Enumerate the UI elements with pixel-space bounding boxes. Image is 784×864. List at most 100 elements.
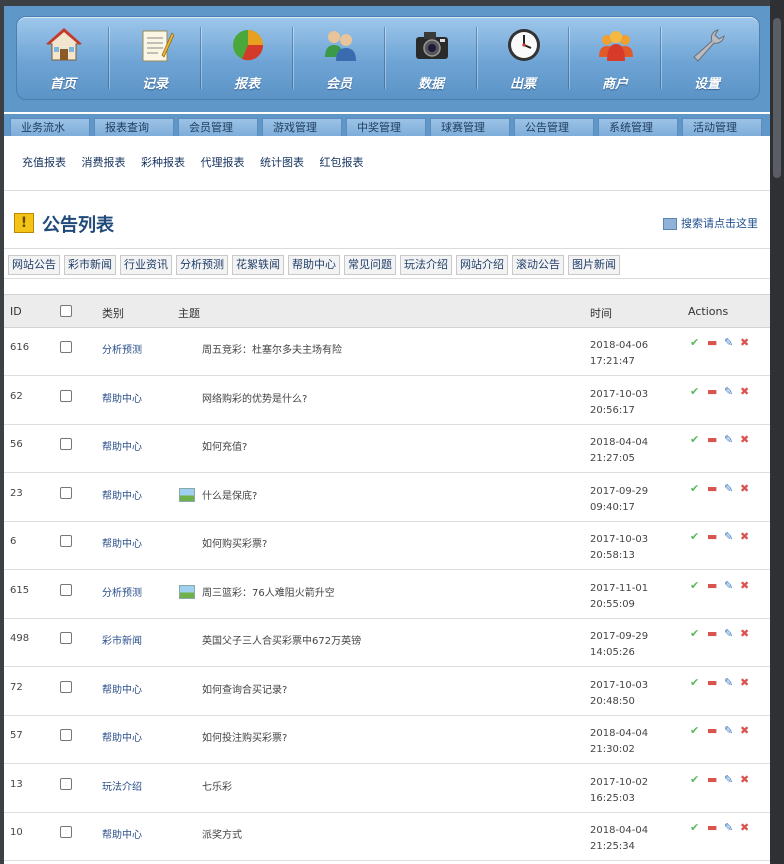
category-industry[interactable]: 行业资讯 [120,255,172,275]
link-lottery-report[interactable]: 彩种报表 [141,156,185,169]
category-analysis[interactable]: 分析预测 [176,255,228,275]
row-category-link[interactable]: 帮助中心 [102,438,142,453]
approve-icon[interactable]: ✔ [690,724,699,737]
approve-icon[interactable]: ✔ [690,773,699,786]
remove-icon[interactable]: ▬ [707,627,717,640]
remove-icon[interactable]: ▬ [707,433,717,446]
delete-icon[interactable]: ✖ [740,821,749,834]
approve-icon[interactable]: ✔ [690,821,699,834]
delete-icon[interactable]: ✖ [740,773,749,786]
vertical-scrollbar[interactable] [770,0,784,864]
category-help[interactable]: 帮助中心 [288,255,340,275]
subtab-activity[interactable]: 活动管理 [682,118,762,136]
approve-icon[interactable]: ✔ [690,676,699,689]
category-scroll-notice[interactable]: 滚动公告 [512,255,564,275]
row-checkbox[interactable] [60,487,72,499]
category-trivia[interactable]: 花絮轶闻 [232,255,284,275]
remove-icon[interactable]: ▬ [707,530,717,543]
row-category-link[interactable]: 帮助中心 [102,826,142,841]
nav-merchant[interactable]: 商户 [569,17,661,99]
row-subject-link[interactable]: 周三篮彩：76人难阻火箭升空 [202,584,335,599]
row-subject-link[interactable]: 什么是保底? [202,487,257,502]
approve-icon[interactable]: ✔ [690,530,699,543]
remove-icon[interactable]: ▬ [707,773,717,786]
link-stat-chart[interactable]: 统计图表 [260,156,304,169]
edit-pencil-icon[interactable]: ✎ [724,336,733,349]
nav-members[interactable]: 会员 [293,17,385,99]
select-all-checkbox[interactable] [60,305,72,317]
edit-pencil-icon[interactable]: ✎ [724,385,733,398]
delete-icon[interactable]: ✖ [740,627,749,640]
search-link[interactable]: 搜索请点击这里 [663,215,758,231]
row-subject-link[interactable]: 周五竞彩：杜塞尔多夫主场有险 [202,341,342,356]
remove-icon[interactable]: ▬ [707,724,717,737]
category-faq[interactable]: 常见问题 [344,255,396,275]
row-checkbox[interactable] [60,729,72,741]
link-agent-report[interactable]: 代理报表 [201,156,245,169]
row-subject-link[interactable]: 网络购彩的优势是什么? [202,390,307,405]
category-site-notice[interactable]: 网站公告 [8,255,60,275]
edit-pencil-icon[interactable]: ✎ [724,433,733,446]
approve-icon[interactable]: ✔ [690,482,699,495]
edit-pencil-icon[interactable]: ✎ [724,821,733,834]
link-redpacket-report[interactable]: 红包报表 [320,156,364,169]
row-subject-link[interactable]: 如何投注购买彩票? [202,729,287,744]
remove-icon[interactable]: ▬ [707,676,717,689]
row-category-link[interactable]: 帮助中心 [102,487,142,502]
row-checkbox[interactable] [60,778,72,790]
delete-icon[interactable]: ✖ [740,724,749,737]
nav-home[interactable]: 首页 [17,17,109,99]
row-subject-link[interactable]: 英国父子三人合买彩票中672万英镑 [202,632,361,647]
row-checkbox[interactable] [60,535,72,547]
row-checkbox[interactable] [60,438,72,450]
row-category-link[interactable]: 彩市新闻 [102,632,142,647]
delete-icon[interactable]: ✖ [740,579,749,592]
row-checkbox[interactable] [60,341,72,353]
delete-icon[interactable]: ✖ [740,482,749,495]
edit-pencil-icon[interactable]: ✎ [724,530,733,543]
row-category-link[interactable]: 帮助中心 [102,681,142,696]
subtab-winning[interactable]: 中奖管理 [346,118,426,136]
remove-icon[interactable]: ▬ [707,385,717,398]
subtab-report-query[interactable]: 报表查询 [94,118,174,136]
approve-icon[interactable]: ✔ [690,627,699,640]
row-category-link[interactable]: 帮助中心 [102,729,142,744]
link-consume-report[interactable]: 消费报表 [82,156,126,169]
link-recharge-report[interactable]: 充值报表 [22,156,66,169]
edit-pencil-icon[interactable]: ✎ [724,724,733,737]
edit-pencil-icon[interactable]: ✎ [724,482,733,495]
remove-icon[interactable]: ▬ [707,482,717,495]
delete-icon[interactable]: ✖ [740,676,749,689]
approve-icon[interactable]: ✔ [690,385,699,398]
nav-ticket[interactable]: 出票 [477,17,569,99]
row-subject-link[interactable]: 七乐彩 [202,778,232,793]
category-lottery-news[interactable]: 彩市新闻 [64,255,116,275]
row-category-link[interactable]: 玩法介绍 [102,778,142,793]
row-subject-link[interactable]: 如何查询合买记录? [202,681,287,696]
nav-report[interactable]: 报表 [201,17,293,99]
subtab-system[interactable]: 系统管理 [598,118,678,136]
row-category-link[interactable]: 帮助中心 [102,390,142,405]
row-checkbox[interactable] [60,632,72,644]
row-category-link[interactable]: 分析预测 [102,341,142,356]
nav-record[interactable]: 记录 [109,17,201,99]
row-checkbox[interactable] [60,826,72,838]
approve-icon[interactable]: ✔ [690,336,699,349]
subtab-match[interactable]: 球赛管理 [430,118,510,136]
approve-icon[interactable]: ✔ [690,433,699,446]
subtab-business[interactable]: 业务流水 [10,118,90,136]
delete-icon[interactable]: ✖ [740,385,749,398]
nav-data[interactable]: 数据 [385,17,477,99]
row-subject-link[interactable]: 派奖方式 [202,826,242,841]
category-gameplay[interactable]: 玩法介绍 [400,255,452,275]
row-category-link[interactable]: 分析预测 [102,584,142,599]
row-subject-link[interactable]: 如何充值? [202,438,247,453]
nav-settings[interactable]: 设置 [661,17,753,99]
approve-icon[interactable]: ✔ [690,579,699,592]
row-checkbox[interactable] [60,390,72,402]
row-category-link[interactable]: 帮助中心 [102,535,142,550]
delete-icon[interactable]: ✖ [740,336,749,349]
delete-icon[interactable]: ✖ [740,433,749,446]
subtab-member[interactable]: 会员管理 [178,118,258,136]
category-image-news[interactable]: 图片新闻 [568,255,620,275]
